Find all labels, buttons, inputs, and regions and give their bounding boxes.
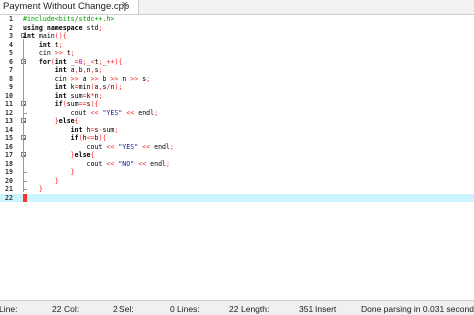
code-line[interactable]: 3 int main(){	[0, 32, 474, 41]
code-text: for(int _=0;_<t;_++){	[38, 57, 123, 66]
code-line[interactable]: 1 #include<bits/stdc++.h>	[0, 15, 474, 24]
code-line[interactable]: 10 int sum=k*n;	[0, 92, 474, 101]
code-text: }else{	[54, 117, 79, 125]
code-text: cin >> t;	[23, 49, 75, 57]
code-line[interactable]: 5 cin >> t;	[0, 49, 474, 58]
line-number: 3	[9, 32, 13, 40]
file-tab-title[interactable]: Payment Without Change.cpp	[3, 1, 129, 12]
code-text: if(h<=b){	[70, 134, 107, 142]
code-text: }	[70, 168, 75, 176]
line-number: 9	[9, 83, 13, 91]
line-number: 10	[5, 91, 13, 100]
status-insert-mode: Insert	[315, 304, 337, 314]
status-length-value: 351	[299, 304, 314, 314]
code-editor[interactable]: 1 #include<bits/stdc++.h> 2 using namespace…	[0, 15, 474, 299]
line-number: 15	[5, 134, 13, 142]
line-number: 4	[9, 40, 13, 49]
status-col-label: Col:	[64, 304, 80, 314]
line-number: 1	[9, 15, 13, 23]
status-line-label: Line:	[0, 304, 18, 314]
code-text: if(sum==s){	[54, 100, 99, 108]
code-text	[23, 193, 27, 203]
fold-end-marker	[23, 172, 27, 173]
code-text: cin >> a >> b >> n >> s;	[23, 74, 151, 83]
code-text: int main(){	[23, 32, 67, 40]
status-length-label: Length:	[241, 304, 270, 314]
line-number: 17	[5, 151, 13, 159]
line-number: 5	[9, 49, 13, 57]
line-number: 7	[9, 66, 13, 74]
code-text: int sum=k*n;	[54, 91, 103, 100]
code-line[interactable]: 22	[0, 193, 474, 203]
code-line[interactable]: 8 cin >> a >> b >> n >> s;	[0, 75, 474, 84]
fold-end-marker	[23, 189, 27, 190]
code-line[interactable]: 14 int h=s-sum;	[0, 126, 474, 135]
code-line[interactable]: 2 using namespace std;	[0, 24, 474, 33]
line-number: 6	[9, 57, 13, 66]
line-number: 8	[9, 74, 13, 83]
line-number: 11	[5, 100, 13, 108]
editor-tab-bar: Payment Without Change.cpp ×	[0, 0, 474, 15]
code-line[interactable]: 6 for(int _=0;_<t;_++){	[0, 58, 474, 67]
code-line[interactable]: 12 cout << "YES" << endl;	[0, 109, 474, 118]
line-number: 20	[5, 176, 13, 185]
code-line[interactable]: 19 }	[0, 168, 474, 177]
code-line[interactable]: 9 int k=min(a,s/n);	[0, 83, 474, 92]
code-text: int t;	[38, 40, 63, 49]
status-sel-value: 0	[170, 304, 175, 314]
status-sel-label: Sel:	[119, 304, 134, 314]
fold-end-marker	[23, 112, 27, 114]
close-tab-icon[interactable]: ×	[121, 0, 129, 10]
code-line[interactable]: 4 int t;	[0, 41, 474, 50]
fold-end-marker	[23, 180, 27, 182]
code-line[interactable]: 20 }	[0, 177, 474, 186]
code-line[interactable]: 13 }else{	[0, 117, 474, 126]
line-number: 21	[5, 185, 13, 193]
line-number: 19	[5, 168, 13, 176]
status-lines-value: 22	[229, 304, 239, 314]
code-line[interactable]: 7 int a,b,n,s;	[0, 66, 474, 75]
line-number: 13	[5, 117, 13, 125]
line-number: 14	[5, 125, 13, 134]
line-number: 2	[9, 23, 13, 32]
code-line[interactable]: 18 cout << "NO" << endl;	[0, 160, 474, 169]
code-text: }	[54, 176, 59, 185]
code-text: cout << "NO" << endl;	[23, 159, 171, 168]
code-text: int a,b,n,s;	[54, 66, 103, 74]
code-line[interactable]: 21 }	[0, 185, 474, 194]
line-number: 12	[5, 108, 13, 117]
line-number: 22	[5, 193, 13, 202]
code-text: #include<bits/stdc++.h>	[23, 15, 115, 23]
fold-guide-line	[23, 39, 24, 192]
line-number: 16	[5, 142, 13, 151]
status-line-value: 22	[52, 304, 62, 314]
status-col-value: 2	[113, 304, 118, 314]
text-cursor	[23, 193, 27, 202]
file-tab[interactable]: Payment Without Change.cpp ×	[0, 0, 139, 14]
line-number: 18	[5, 159, 13, 168]
status-message: Done parsing in 0.031 seconds	[361, 304, 474, 314]
status-lines-label: Lines:	[177, 304, 200, 314]
code-text: cout << "YES" << endl;	[23, 108, 159, 117]
code-text: int h=s-sum;	[70, 125, 119, 134]
code-line[interactable]: 16 cout << "YES" << endl;	[0, 143, 474, 152]
status-bar: Line: 22 Col: 2 Sel: 0 Lines: 22 Length:…	[0, 300, 474, 315]
code-text: using namespace std;	[23, 23, 103, 32]
code-line[interactable]: 15 if(h<=b){	[0, 134, 474, 143]
code-text: int k=min(a,s/n);	[54, 83, 123, 91]
code-text: cout << "YES" << endl;	[23, 142, 174, 151]
code-line[interactable]: 11 if(sum==s){	[0, 100, 474, 109]
code-text: }else{	[70, 151, 95, 159]
code-line[interactable]: 17 }else{	[0, 151, 474, 160]
